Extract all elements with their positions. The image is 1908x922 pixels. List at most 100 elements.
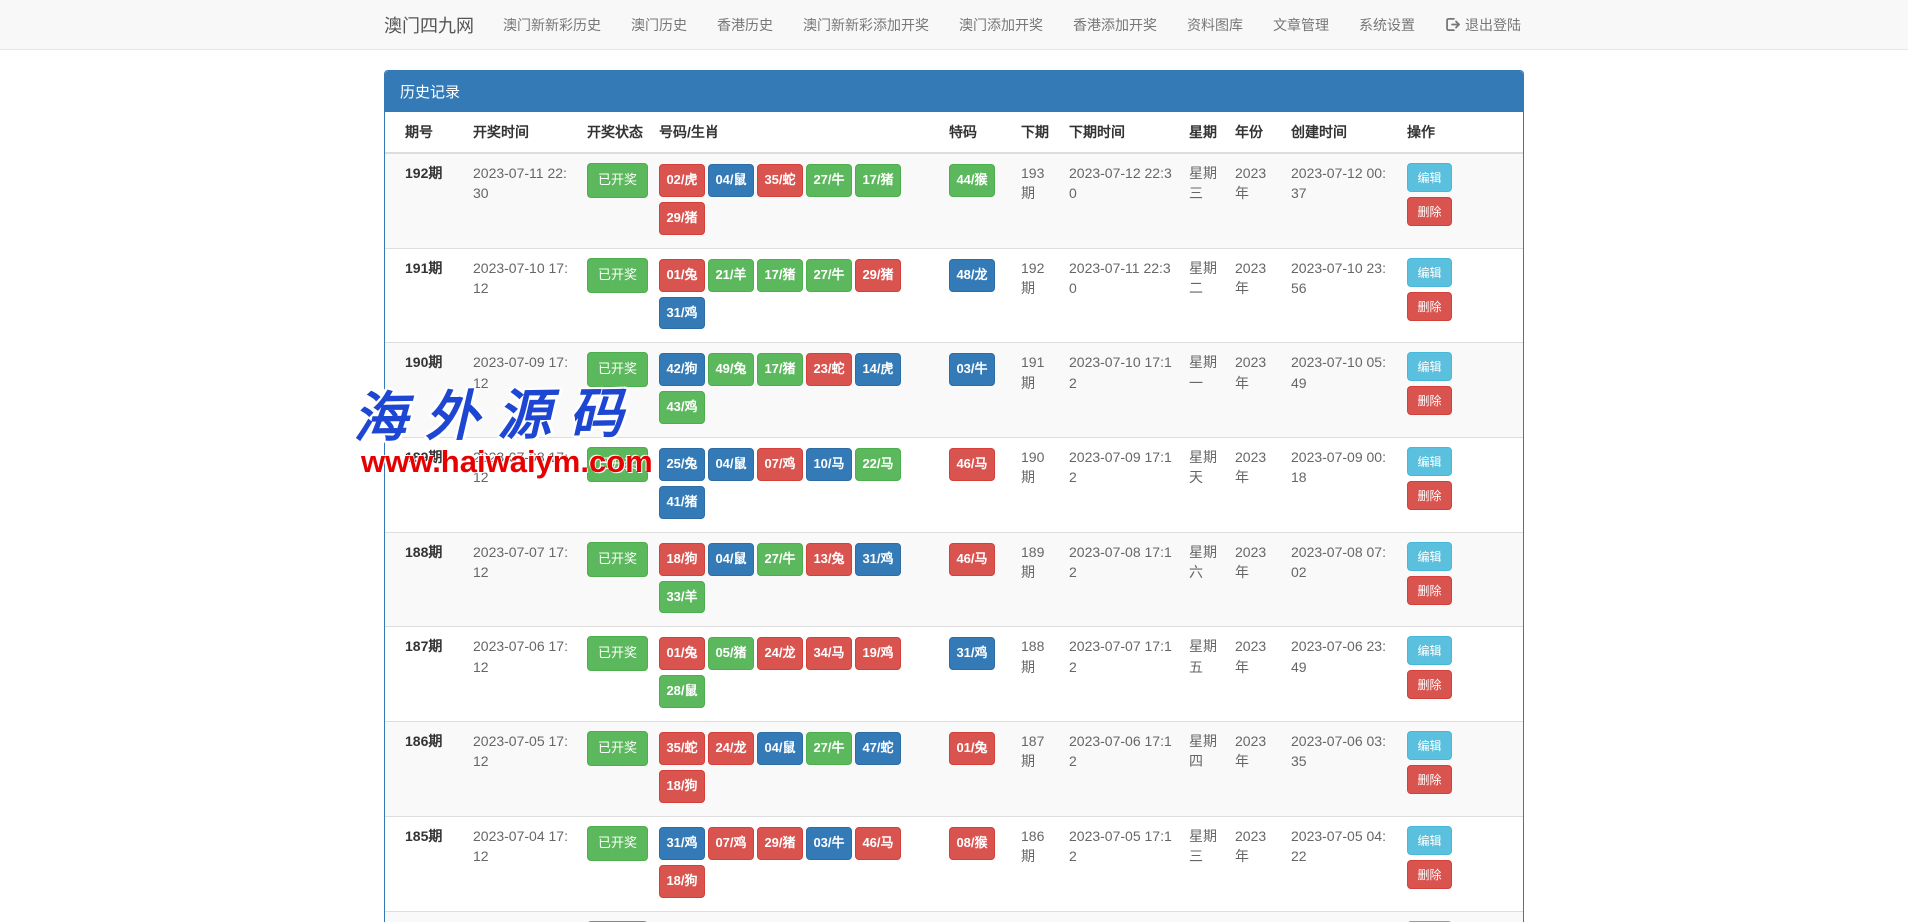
- delete-button[interactable]: 删除: [1407, 386, 1452, 415]
- cell-actions: 编辑删除: [1399, 438, 1523, 533]
- column-header: 开奖时间: [465, 112, 579, 153]
- cell-year: 2023年: [1227, 911, 1283, 922]
- brand-link[interactable]: 澳门四九网: [384, 12, 474, 38]
- cell-draw-time: 2023-07-03 17:12: [465, 911, 579, 922]
- top-navbar: 澳门四九网 澳门新新彩历史澳门历史香港历史澳门新新彩添加开奖澳门添加开奖香港添加…: [0, 0, 1908, 50]
- number-chip: 27/牛: [806, 732, 852, 765]
- nav-item-7[interactable]: 文章管理: [1258, 0, 1344, 50]
- cell-special: 48/龙: [941, 248, 1013, 343]
- number-chip: 01/兔: [659, 259, 705, 292]
- nav-item-8[interactable]: 系统设置: [1344, 0, 1430, 50]
- delete-button[interactable]: 删除: [1407, 576, 1452, 605]
- cell-draw-time: 2023-07-08 17:12: [465, 438, 579, 533]
- delete-button[interactable]: 删除: [1407, 481, 1452, 510]
- cell-next-time: 2023-07-11 22:30: [1061, 248, 1181, 343]
- delete-button[interactable]: 删除: [1407, 670, 1452, 699]
- cell-created: 2023-07-06 03:35: [1283, 722, 1399, 817]
- cell-status: 已开奖: [579, 438, 651, 533]
- edit-button[interactable]: 编辑: [1407, 447, 1452, 476]
- nav-item-0[interactable]: 澳门新新彩历史: [488, 0, 616, 50]
- cell-weekday: 星期天: [1181, 438, 1227, 533]
- cell-status: 已开奖: [579, 248, 651, 343]
- logout-label: 退出登陆: [1465, 15, 1521, 35]
- delete-button[interactable]: 删除: [1407, 292, 1452, 321]
- nav-item-4[interactable]: 澳门添加开奖: [944, 0, 1058, 50]
- cell-year: 2023年: [1227, 343, 1283, 438]
- cell-weekday: 星期五: [1181, 627, 1227, 722]
- table-row: 186期2023-07-05 17:12已开奖35/蛇24/龙04/鼠27/牛4…: [385, 722, 1523, 817]
- delete-button[interactable]: 删除: [1407, 197, 1452, 226]
- column-header: 号码/生肖: [651, 112, 941, 153]
- cell-created: 2023-07-05 04:22: [1283, 816, 1399, 911]
- status-badge: 已开奖: [587, 542, 648, 577]
- panel-title: 历史记录: [385, 71, 1523, 112]
- nav-item-5[interactable]: 香港添加开奖: [1058, 0, 1172, 50]
- cell-period: 186期: [385, 722, 465, 817]
- column-header: 期号: [385, 112, 465, 153]
- number-chip: 25/兔: [659, 448, 705, 481]
- number-chip: 19/鸡: [855, 637, 901, 670]
- cell-special: 01/兔: [941, 722, 1013, 817]
- cell-status: 已开奖: [579, 153, 651, 248]
- table-row: 190期2023-07-09 17:12已开奖42/狗49/兔17/猪23/蛇1…: [385, 343, 1523, 438]
- special-number-chip: 46/马: [949, 448, 995, 481]
- main-container: 历史记录 期号开奖时间开奖状态号码/生肖特码下期下期时间星期年份创建时间操作 1…: [369, 70, 1539, 922]
- table-row: 192期2023-07-11 22:30已开奖02/虎04/鼠35/蛇27/牛1…: [385, 153, 1523, 248]
- table-row: 191期2023-07-10 17:12已开奖01/兔21/羊17/猪27/牛2…: [385, 248, 1523, 343]
- cell-status: 已开奖: [579, 627, 651, 722]
- edit-button[interactable]: 编辑: [1407, 542, 1452, 571]
- cell-numbers: 35/蛇24/龙04/鼠27/牛47/蛇18/狗: [651, 722, 941, 817]
- cell-draw-time: 2023-07-06 17:12: [465, 627, 579, 722]
- cell-actions: 编辑删除: [1399, 722, 1523, 817]
- cell-status: 已开奖: [579, 532, 651, 627]
- cell-numbers: 02/虎04/鼠35/蛇27/牛17/猪29/猪: [651, 153, 941, 248]
- number-chip: 31/鸡: [659, 827, 705, 860]
- nav-item-3[interactable]: 澳门新新彩添加开奖: [788, 0, 944, 50]
- special-number-chip: 46/马: [949, 543, 995, 576]
- cell-numbers: 18/狗04/鼠27/牛13/兔31/鸡33/羊: [651, 532, 941, 627]
- number-chip: 04/鼠: [708, 448, 754, 481]
- number-chip: 35/蛇: [659, 732, 705, 765]
- edit-button[interactable]: 编辑: [1407, 258, 1452, 287]
- status-badge: 已开奖: [587, 447, 648, 482]
- nav-item-1[interactable]: 澳门历史: [616, 0, 702, 50]
- cell-period: 189期: [385, 438, 465, 533]
- edit-button[interactable]: 编辑: [1407, 636, 1452, 665]
- nav-item-2[interactable]: 香港历史: [702, 0, 788, 50]
- cell-next-time: 2023-07-10 17:12: [1061, 343, 1181, 438]
- cell-numbers: 25/兔04/鼠07/鸡10/马22/马41/猪: [651, 438, 941, 533]
- logout-link[interactable]: 退出登陆: [1430, 0, 1536, 50]
- number-chip: 18/狗: [659, 770, 705, 803]
- history-panel: 历史记录 期号开奖时间开奖状态号码/生肖特码下期下期时间星期年份创建时间操作 1…: [384, 70, 1524, 922]
- cell-next-time: 2023-07-08 17:12: [1061, 532, 1181, 627]
- cell-next-period: 188期: [1013, 627, 1061, 722]
- cell-special: 31/鸡: [941, 627, 1013, 722]
- edit-button[interactable]: 编辑: [1407, 352, 1452, 381]
- number-chip: 10/马: [806, 448, 852, 481]
- cell-numbers: 01/兔21/羊17/猪27/牛29/猪31/鸡: [651, 248, 941, 343]
- cell-next-period: 186期: [1013, 816, 1061, 911]
- edit-button[interactable]: 编辑: [1407, 163, 1452, 192]
- cell-status: 已开奖: [579, 343, 651, 438]
- status-badge: 已开奖: [587, 258, 648, 293]
- column-header: 创建时间: [1283, 112, 1399, 153]
- special-number-chip: 48/龙: [949, 259, 995, 292]
- delete-button[interactable]: 删除: [1407, 765, 1452, 794]
- cell-numbers: 01/兔05/猪24/龙34/马19/鸡28/鼠: [651, 627, 941, 722]
- cell-next-period: 187期: [1013, 722, 1061, 817]
- nav-item-6[interactable]: 资料图库: [1172, 0, 1258, 50]
- table-row: 187期2023-07-06 17:12已开奖01/兔05/猪24/龙34/马1…: [385, 627, 1523, 722]
- number-chip: 02/虎: [659, 164, 705, 197]
- edit-button[interactable]: 编辑: [1407, 731, 1452, 760]
- cell-actions: 编辑删除: [1399, 816, 1523, 911]
- cell-next-period: 193期: [1013, 153, 1061, 248]
- cell-draw-time: 2023-07-11 22:30: [465, 153, 579, 248]
- cell-next-time: 2023-07-07 17:12: [1061, 627, 1181, 722]
- delete-button[interactable]: 删除: [1407, 860, 1452, 889]
- cell-draw-time: 2023-07-09 17:12: [465, 343, 579, 438]
- cell-next-period: 190期: [1013, 438, 1061, 533]
- number-chip: 42/狗: [659, 353, 705, 386]
- number-chip: 17/猪: [855, 164, 901, 197]
- edit-button[interactable]: 编辑: [1407, 826, 1452, 855]
- cell-actions: 编辑删除: [1399, 153, 1523, 248]
